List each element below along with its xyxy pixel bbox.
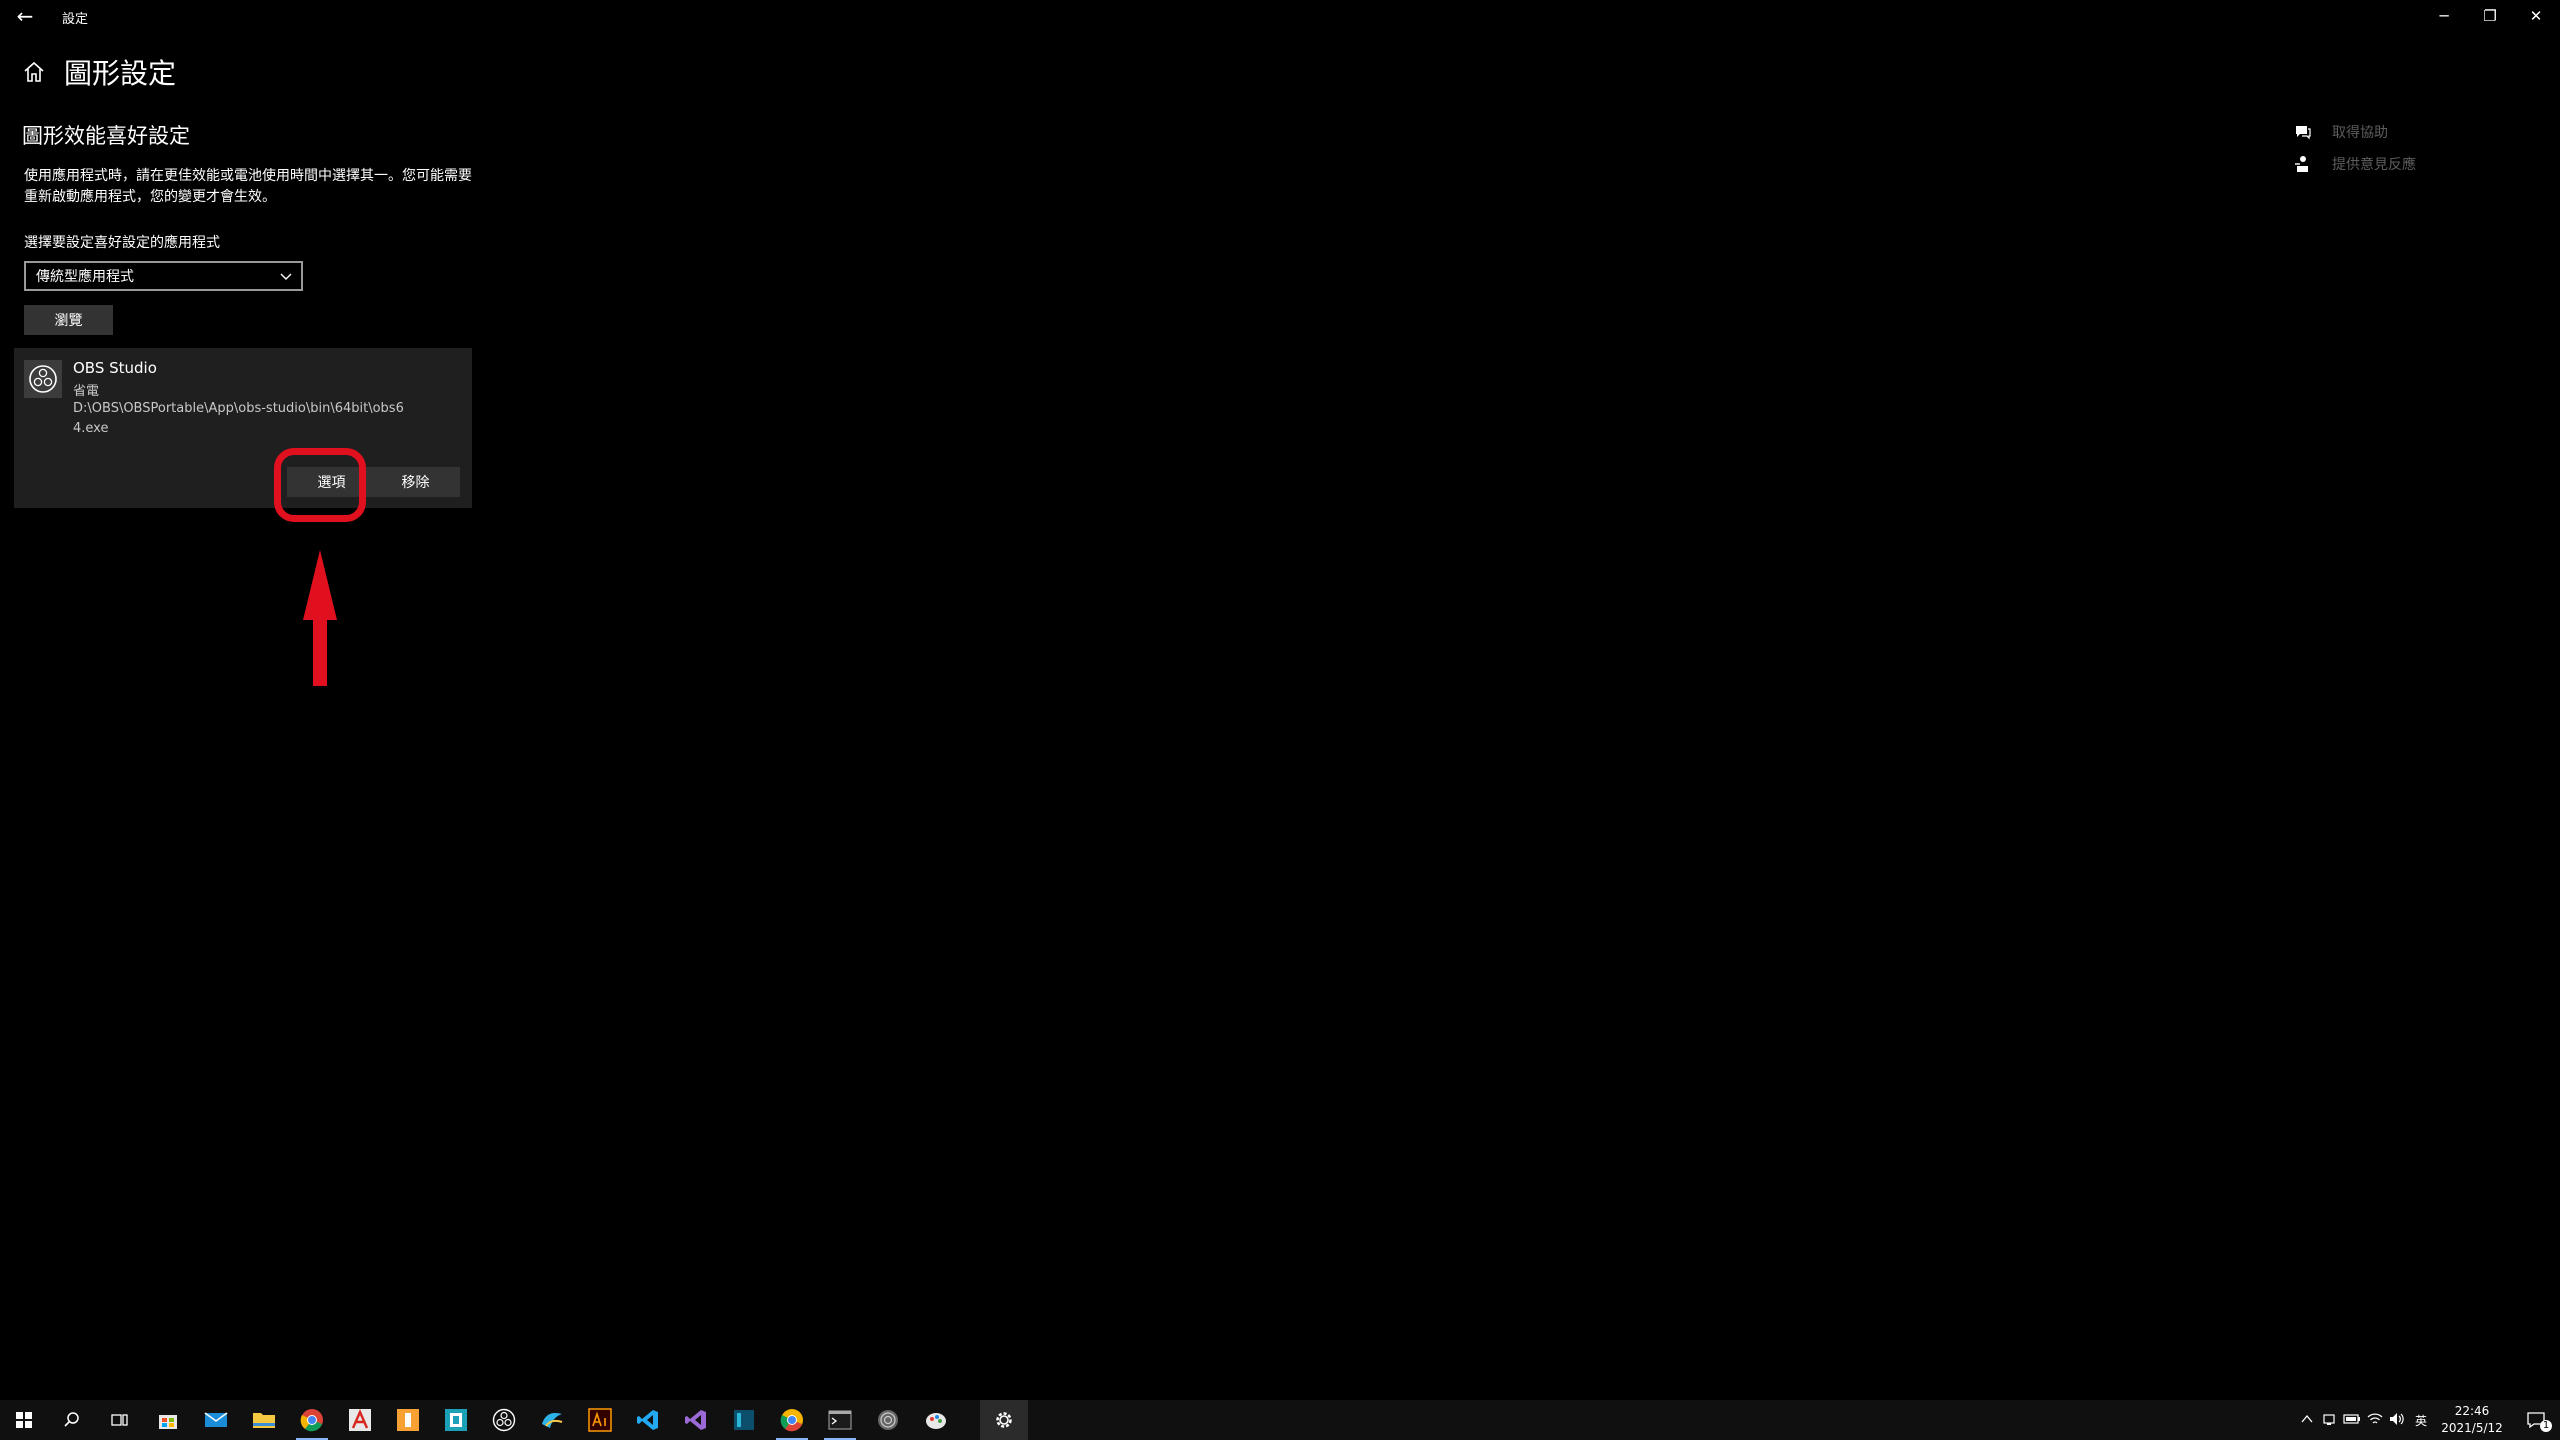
close-button[interactable]: ✕ xyxy=(2513,0,2559,32)
taskbar-file-explorer[interactable] xyxy=(240,1400,288,1440)
help-links: 取得協助 提供意見反應 xyxy=(2294,116,2416,180)
highlight-annotation xyxy=(274,448,366,522)
wifi-icon[interactable] xyxy=(2364,1412,2386,1429)
app-bird-icon xyxy=(542,1413,563,1428)
taskbar-chrome-canary[interactable] xyxy=(768,1400,816,1440)
app-type-dropdown[interactable]: 傳統型應用程式 xyxy=(24,261,303,291)
store-icon xyxy=(159,1415,177,1429)
chrome-canary-icon xyxy=(780,1409,803,1432)
taskbar: 英 22:46 2021/5/12 1 xyxy=(0,1400,2560,1440)
taskbar-visual-studio[interactable] xyxy=(672,1400,720,1440)
task-view-icon xyxy=(111,1414,128,1426)
taskbar-illustrator[interactable] xyxy=(576,1400,624,1440)
get-help-label: 取得協助 xyxy=(2332,125,2388,141)
home-icon[interactable] xyxy=(22,60,46,84)
feedback-icon xyxy=(2294,154,2318,174)
search-button[interactable] xyxy=(48,1400,96,1440)
title-bar: ← 設定 ─ ❐ ✕ xyxy=(0,0,2560,32)
illustrator-icon xyxy=(588,1408,612,1432)
taskbar-obs[interactable] xyxy=(480,1400,528,1440)
action-center-button[interactable]: 1 xyxy=(2512,1400,2560,1440)
remove-button[interactable]: 移除 xyxy=(371,467,460,497)
taskbar-vscode[interactable] xyxy=(624,1400,672,1440)
app-blue-icon xyxy=(734,1410,754,1430)
taskbar-app-orange[interactable] xyxy=(384,1400,432,1440)
acrobat-icon xyxy=(349,1409,371,1431)
tray-device-icon[interactable] xyxy=(2318,1412,2340,1429)
app-card-obs[interactable]: OBS Studio 省電 D:\OBS\OBSPortable\App\obs… xyxy=(14,348,472,508)
app-orange-icon xyxy=(397,1409,419,1431)
chevron-up-icon[interactable] xyxy=(2296,1413,2318,1427)
obs-app-icon xyxy=(24,360,62,398)
restore-icon: ❐ xyxy=(2483,7,2497,25)
section-title: 圖形效能喜好設定 xyxy=(22,124,190,148)
taskbar-store[interactable] xyxy=(144,1400,192,1440)
app-name: OBS Studio xyxy=(73,359,157,377)
search-icon xyxy=(64,1412,79,1427)
mail-icon xyxy=(204,1412,228,1427)
give-feedback-link[interactable]: 提供意見反應 xyxy=(2294,148,2416,180)
back-arrow-icon: ← xyxy=(16,4,34,28)
taskbar-app-bird[interactable] xyxy=(528,1400,576,1440)
browse-button[interactable]: 瀏覽 xyxy=(24,305,113,335)
select-app-label: 選擇要設定喜好設定的應用程式 xyxy=(24,235,220,251)
get-help-link[interactable]: 取得協助 xyxy=(2294,116,2416,148)
red-arrow-icon xyxy=(303,550,337,686)
obs-icon xyxy=(492,1408,516,1432)
clock-time: 22:46 xyxy=(2454,1404,2490,1418)
windows-logo-icon xyxy=(16,1412,32,1428)
battery-icon[interactable] xyxy=(2340,1413,2364,1428)
taskbar-chrome[interactable] xyxy=(288,1400,336,1440)
minimize-icon: ─ xyxy=(2439,7,2449,25)
folder-icon xyxy=(253,1413,275,1428)
close-icon: ✕ xyxy=(2529,7,2543,25)
app-graphics-mode: 省電 xyxy=(73,384,100,399)
page-title: 圖形設定 xyxy=(64,57,177,90)
chat-help-icon xyxy=(2294,122,2318,142)
taskbar-app-globe[interactable] xyxy=(864,1400,912,1440)
taskbar-settings[interactable] xyxy=(980,1400,1028,1440)
taskbar-app-paint[interactable] xyxy=(912,1400,960,1440)
globe-icon xyxy=(878,1410,898,1430)
window-title: 設定 xyxy=(62,12,89,27)
taskbar-mail[interactable] xyxy=(192,1400,240,1440)
restore-button[interactable]: ❐ xyxy=(2467,0,2513,32)
start-button[interactable] xyxy=(0,1400,48,1440)
app-path: D:\OBS\OBSPortable\App\obs-studio\bin\64… xyxy=(73,401,404,436)
task-view-button[interactable] xyxy=(96,1400,144,1440)
chrome-icon xyxy=(300,1409,323,1432)
description-text: 使用應用程式時，請在更佳效能或電池使用時間中選擇其一。您可能需要重新啟動應用程式… xyxy=(24,168,472,205)
gear-icon xyxy=(996,1412,1012,1428)
vscode-icon xyxy=(637,1410,658,1430)
chevron-down-icon xyxy=(280,273,292,280)
clock[interactable]: 22:46 2021/5/12 xyxy=(2432,1403,2512,1437)
give-feedback-label: 提供意見反應 xyxy=(2332,157,2416,173)
clock-date: 2021/5/12 xyxy=(2441,1421,2503,1435)
taskbar-terminal[interactable] xyxy=(816,1400,864,1440)
taskbar-app-teal[interactable] xyxy=(432,1400,480,1440)
minimize-button[interactable]: ─ xyxy=(2421,0,2467,32)
volume-icon[interactable] xyxy=(2386,1412,2408,1429)
back-button[interactable]: ← xyxy=(10,0,40,32)
dropdown-value: 傳統型應用程式 xyxy=(36,269,134,285)
app-teal-icon xyxy=(445,1409,467,1431)
taskbar-acrobat[interactable] xyxy=(336,1400,384,1440)
notification-count-badge: 1 xyxy=(2540,1420,2552,1432)
system-tray: 英 xyxy=(2296,1400,2434,1440)
terminal-icon xyxy=(828,1410,852,1430)
taskbar-app-blue[interactable] xyxy=(720,1400,768,1440)
paint-icon xyxy=(926,1413,946,1429)
ime-indicator[interactable]: 英 xyxy=(2408,1412,2434,1429)
visual-studio-icon xyxy=(685,1410,706,1430)
